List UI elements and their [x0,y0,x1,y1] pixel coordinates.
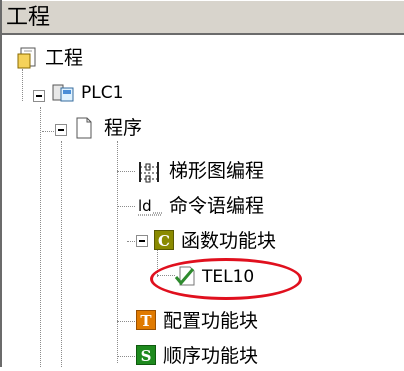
svg-text:ld: ld [138,197,152,215]
tree-item-label: 函数功能块 [181,230,277,252]
tree-item-plc1[interactable]: PLC1 [2,77,202,107]
project-panel: 工程 工程 PLC1 程序 梯形图编程 ld 命令语编程 C 函数功能块 TEL… [0,0,404,367]
highlight-ellipse [150,258,302,300]
tree-item-function-block[interactable]: C 函数功能块 [2,226,302,256]
tree-item-label: 配置功能块 [163,310,259,332]
instruction-list-icon: ld [138,197,162,216]
tree-item-label: 程序 [104,117,143,139]
panel-titlebar: 工程 [2,0,404,35]
tree-item-ladder[interactable]: 梯形图编程 [2,156,302,186]
tree-item-instruction[interactable]: ld 命令语编程 [2,191,302,221]
tree-item-label: 工程 [45,47,84,69]
tree-item-label: 顺序功能块 [163,345,259,367]
ladder-diagram-icon [139,162,159,183]
config-block-t-icon: T [136,310,156,330]
tree-item-config-block[interactable]: T 配置功能块 [2,306,302,336]
tree-item-program[interactable]: 程序 [2,113,202,143]
tree-item-project[interactable]: 工程 [2,43,202,73]
tree-item-label: 命令语编程 [169,195,265,217]
project-tree: 工程 PLC1 程序 梯形图编程 ld 命令语编程 C 函数功能块 TEL10 … [2,35,404,367]
tree-item-label: 梯形图编程 [169,160,265,182]
plc-icon [52,84,74,102]
sequence-block-s-icon: S [136,345,156,365]
tree-item-label: PLC1 [81,83,124,103]
panel-title: 工程 [6,5,51,30]
project-folder-icon [17,47,36,69]
document-icon [76,117,92,139]
function-block-c-icon: C [154,230,174,250]
